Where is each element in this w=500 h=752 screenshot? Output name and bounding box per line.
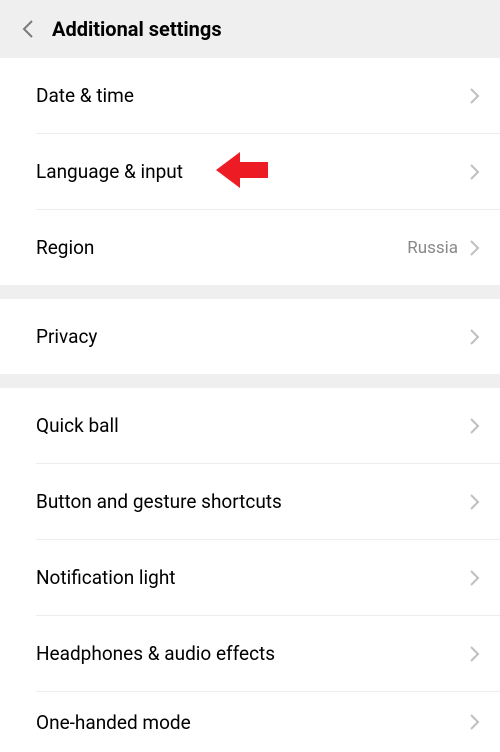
row-label: Privacy	[36, 325, 468, 348]
settings-group: Date & time Language & input Region Russ…	[0, 58, 500, 285]
row-region[interactable]: Region Russia	[0, 210, 500, 285]
row-label: Quick ball	[36, 414, 468, 437]
row-date-time[interactable]: Date & time	[0, 58, 500, 133]
row-value: Russia	[407, 238, 458, 258]
row-label: Headphones & audio effects	[36, 642, 468, 665]
row-label: Language & input	[36, 160, 468, 183]
settings-group: Quick ball Button and gesture shortcuts …	[0, 388, 500, 752]
app-header: Additional settings	[0, 0, 500, 58]
row-notification-light[interactable]: Notification light	[0, 540, 500, 615]
chevron-right-icon	[468, 241, 482, 255]
chevron-right-icon	[468, 495, 482, 509]
row-privacy[interactable]: Privacy	[0, 299, 500, 374]
row-headphones-audio[interactable]: Headphones & audio effects	[0, 616, 500, 691]
chevron-right-icon	[468, 647, 482, 661]
row-label: Notification light	[36, 566, 468, 589]
section-gap	[0, 285, 500, 299]
row-label: Date & time	[36, 84, 468, 107]
back-icon[interactable]	[14, 15, 42, 43]
row-language-input[interactable]: Language & input	[0, 134, 500, 209]
row-label: Region	[36, 236, 407, 259]
row-quick-ball[interactable]: Quick ball	[0, 388, 500, 463]
page-title: Additional settings	[52, 17, 222, 41]
chevron-right-icon	[468, 330, 482, 344]
row-one-handed-mode[interactable]: One-handed mode	[0, 692, 500, 752]
row-button-gesture-shortcuts[interactable]: Button and gesture shortcuts	[0, 464, 500, 539]
chevron-right-icon	[468, 419, 482, 433]
chevron-right-icon	[468, 89, 482, 103]
section-gap	[0, 374, 500, 388]
row-label: Button and gesture shortcuts	[36, 490, 468, 513]
chevron-right-icon	[468, 571, 482, 585]
row-label: One-handed mode	[36, 711, 468, 734]
chevron-right-icon	[468, 165, 482, 179]
settings-group: Privacy	[0, 299, 500, 374]
